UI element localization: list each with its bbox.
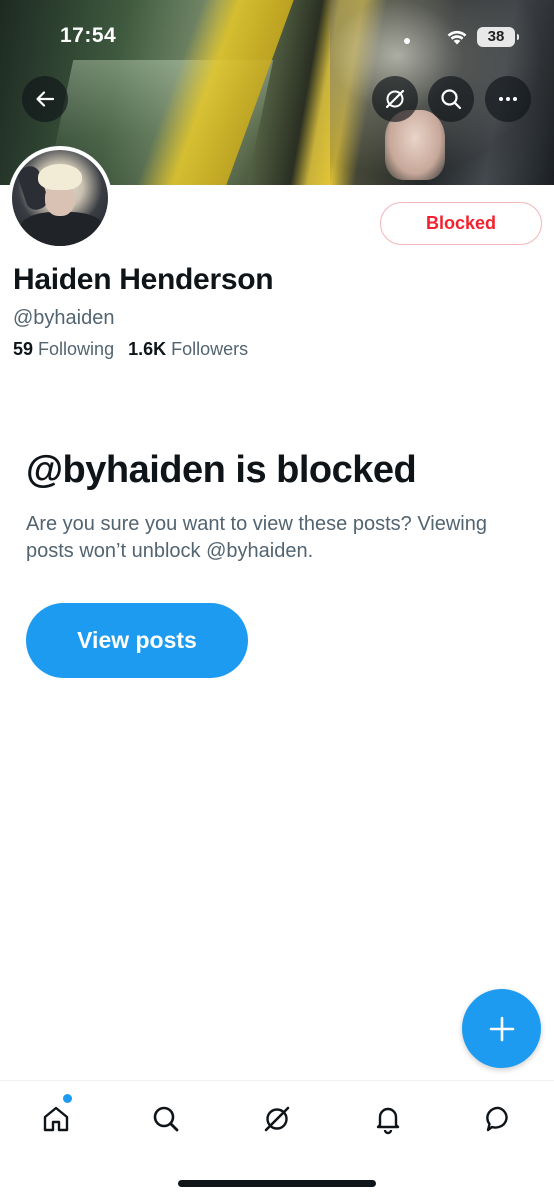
notifications-icon [376, 1107, 400, 1135]
blocked-button[interactable]: Blocked [380, 202, 542, 245]
avatar-hair [38, 164, 82, 190]
following-label: Following [38, 339, 115, 359]
display-name: Haiden Henderson [13, 263, 274, 296]
grok-icon [385, 89, 405, 109]
avatar-jacket [20, 212, 104, 246]
tab-messages[interactable] [479, 1099, 519, 1139]
following-count: 59 [13, 339, 34, 359]
search-icon [441, 89, 462, 110]
back-arrow-icon [36, 91, 55, 107]
followers-label: Followers [171, 339, 249, 359]
grok-icon [264, 1106, 290, 1132]
wifi-icon [446, 28, 468, 51]
followers-count: 1.6K [128, 339, 167, 359]
blocked-title: @byhaiden is blocked [26, 449, 417, 491]
tab-home[interactable] [36, 1099, 76, 1139]
search-button[interactable] [428, 76, 474, 122]
more-options-button[interactable] [485, 76, 531, 122]
search-icon [153, 1106, 179, 1132]
status-bar: 17:54 38 [0, 0, 554, 72]
grok-button[interactable] [372, 76, 418, 122]
status-time: 17:54 [60, 24, 117, 47]
compose-post-button[interactable] [462, 989, 541, 1068]
avatar[interactable] [8, 146, 112, 250]
tab-notifications[interactable] [368, 1099, 408, 1139]
following-link[interactable]: 59 Following [13, 339, 114, 359]
more-icon [499, 97, 517, 101]
blocked-description: Are you sure you want to view these post… [26, 513, 487, 562]
home-notification-dot [63, 1094, 72, 1103]
home-icon [43, 1106, 69, 1132]
back-button[interactable] [22, 76, 68, 122]
profile-stats: 59 Following 1.6K Followers [13, 339, 248, 360]
home-indicator [178, 1180, 376, 1187]
plus-icon [489, 1016, 514, 1041]
followers-link[interactable]: 1.6K Followers [128, 339, 248, 359]
view-posts-button[interactable]: View posts [26, 603, 248, 678]
tab-grok[interactable] [257, 1099, 297, 1139]
tab-search[interactable] [146, 1099, 186, 1139]
battery-icon: 38 [477, 27, 519, 47]
messages-icon [486, 1106, 508, 1132]
camera-indicator-icon [404, 38, 410, 44]
profile-handle: @byhaiden [13, 307, 115, 329]
